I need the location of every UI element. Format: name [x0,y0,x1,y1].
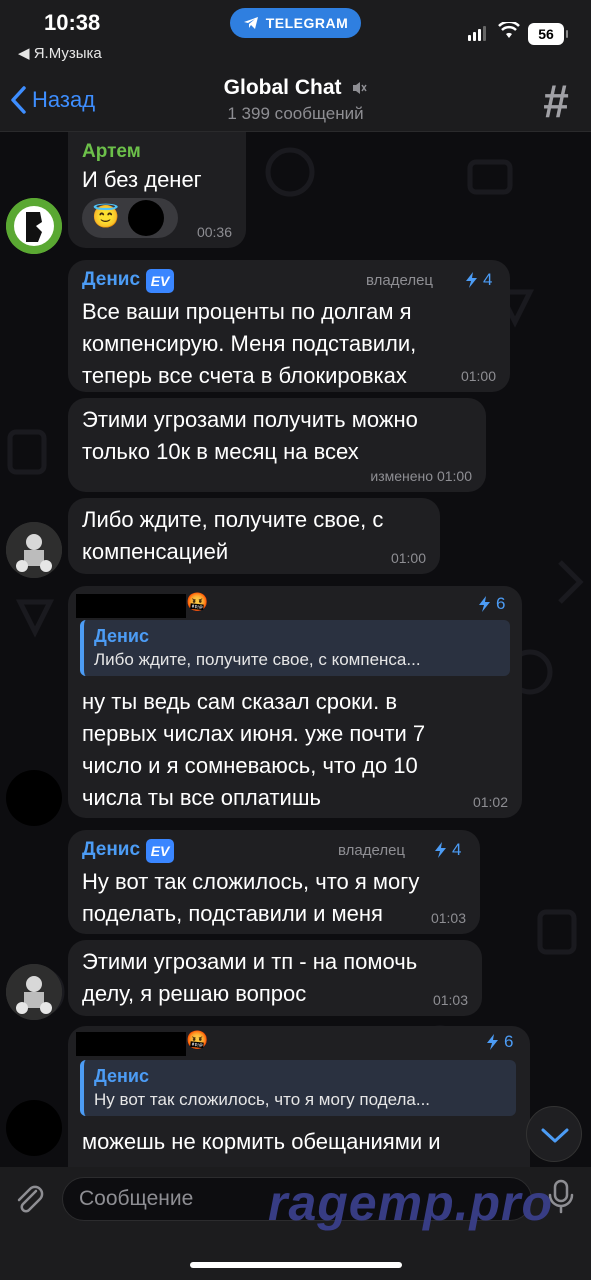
boost-icon [435,842,446,858]
home-indicator [190,1262,402,1268]
message-text: ну ты ведь сам сказал сроки. в первых чи… [82,689,426,810]
message-bubble[interactable]: Этими угрозами и тп - на помочь делу, я … [68,940,482,1016]
boost-count: 6 [496,594,506,613]
reply-sender: Денис [94,626,150,646]
chevron-down-icon [541,1128,569,1143]
topics-hash-icon[interactable]: # [536,78,576,124]
reply-preview[interactable]: Денис Ну вот так сложилось, что я могу п… [80,1060,516,1116]
message-text: можешь не кормить обещаниями и [82,1129,441,1154]
message-text: И без денег [82,167,202,192]
clock: 10:38 [44,10,101,35]
redacted-sender-name [76,594,186,618]
sender-name: Артем [82,141,141,162]
message-bubble[interactable]: Либо ждите, получите свое, с компенсацие… [68,498,440,574]
message-time: 01:00 [460,368,496,384]
message-text: Этими угрозами и тп - на помочь делу, я … [82,949,418,1006]
wifi-icon [498,22,520,38]
ev-badge: EV [146,838,175,863]
message-time: 01:02 [472,794,508,810]
chat-title-area[interactable]: Global Chat [0,76,591,100]
message-bubble[interactable]: Артем И без денег 😇 00:36 [68,132,246,248]
message-time: 00:36 [196,224,232,240]
reply-text: Либо ждите, получите свое, с компенса... [94,650,421,669]
reply-sender: Денис [94,1066,150,1086]
message-bubble[interactable]: Денис EV владелец 4 Ну вот так сложилось,… [68,830,480,934]
avatar-logo-icon [6,198,62,254]
status-bar: 10:38 ◀ Я.Музыка TELEGRAM 56 [0,0,591,72]
boost-icon [479,596,490,612]
message-time: 01:00 [390,550,426,566]
chat-header: Назад Global Chat 1 399 сообщений # [0,72,591,132]
avatar-photo-icon [6,964,62,1020]
message-bubble[interactable]: 🤬 6 Денис Ну вот так сложилось, что я мо… [68,1026,530,1186]
redacted-avatar[interactable] [6,1100,62,1156]
sender-name: Денис [82,839,141,860]
sender-emoji-status: 🤬 [186,592,209,612]
sender-row: Денис EV [82,838,175,863]
attach-paperclip-icon[interactable] [12,1181,48,1217]
sender-emoji-status: 🤬 [186,1030,209,1050]
boost-badge: 4 [432,840,461,860]
redacted-avatar [128,200,164,236]
redacted-sender-name [76,1032,186,1056]
reply-text: Ну вот так сложилось, что я могу подела.… [94,1090,431,1109]
scroll-down-button[interactable] [526,1106,582,1162]
boost-count: 4 [483,270,493,289]
battery-indicator: 56 [528,23,568,45]
reply-preview[interactable]: Денис Либо ждите, получите свое, с компе… [80,620,510,676]
sender-name: Денис [82,269,141,290]
boost-badge: 6 [476,594,505,614]
boost-count: 4 [452,840,462,859]
admin-role-label: владелец [366,272,434,289]
sender-row: Денис EV [82,268,175,293]
avatar[interactable] [6,198,62,254]
message-time: 01:03 [432,992,468,1008]
watermark: ragemp.pro [268,1175,554,1231]
back-to-app-link[interactable]: ◀ Я.Музыка [18,44,102,62]
message-text: Все ваши проценты по долгам я компенсиру… [82,299,417,388]
message-bubble[interactable]: Этими угрозами получить можно только 10к… [68,398,486,492]
avatar[interactable] [6,964,62,1020]
message-count: 1 399 сообщений [227,104,364,123]
muted-icon [353,82,367,95]
message-text: Ну вот так сложилось, что я могу поделат… [82,869,420,926]
telegram-plane-icon [243,17,258,29]
message-bubble[interactable]: 🤬 6 Денис Либо ждите, получите свое, с к… [68,586,522,818]
message-text: Этими угрозами получить можно только 10к… [82,407,418,464]
boost-count: 6 [504,1032,514,1051]
admin-role-label: владелец [338,842,406,859]
message-time: 01:03 [430,910,466,926]
reaction-chip[interactable]: 😇 [82,198,178,238]
chat-title: Global Chat [223,76,342,99]
boost-badge: 4 [463,270,492,290]
message-bubble[interactable]: Денис EV владелец 4 Все ваши проценты по … [68,260,510,392]
telegram-pill[interactable]: TELEGRAM [230,8,361,38]
telegram-pill-label: TELEGRAM [265,15,349,31]
boost-badge: 6 [484,1032,513,1052]
reaction-emoji: 😇 [92,204,120,229]
redacted-avatar[interactable] [6,770,62,826]
avatar[interactable] [6,522,62,578]
cell-signal-icon [468,26,486,41]
message-time: изменено 01:00 [370,468,472,484]
boost-icon [487,1034,498,1050]
ev-badge: EV [146,268,175,293]
avatar-photo-icon [6,522,62,578]
message-text: Либо ждите, получите свое, с компенсацие… [82,507,384,564]
boost-icon [466,272,477,288]
